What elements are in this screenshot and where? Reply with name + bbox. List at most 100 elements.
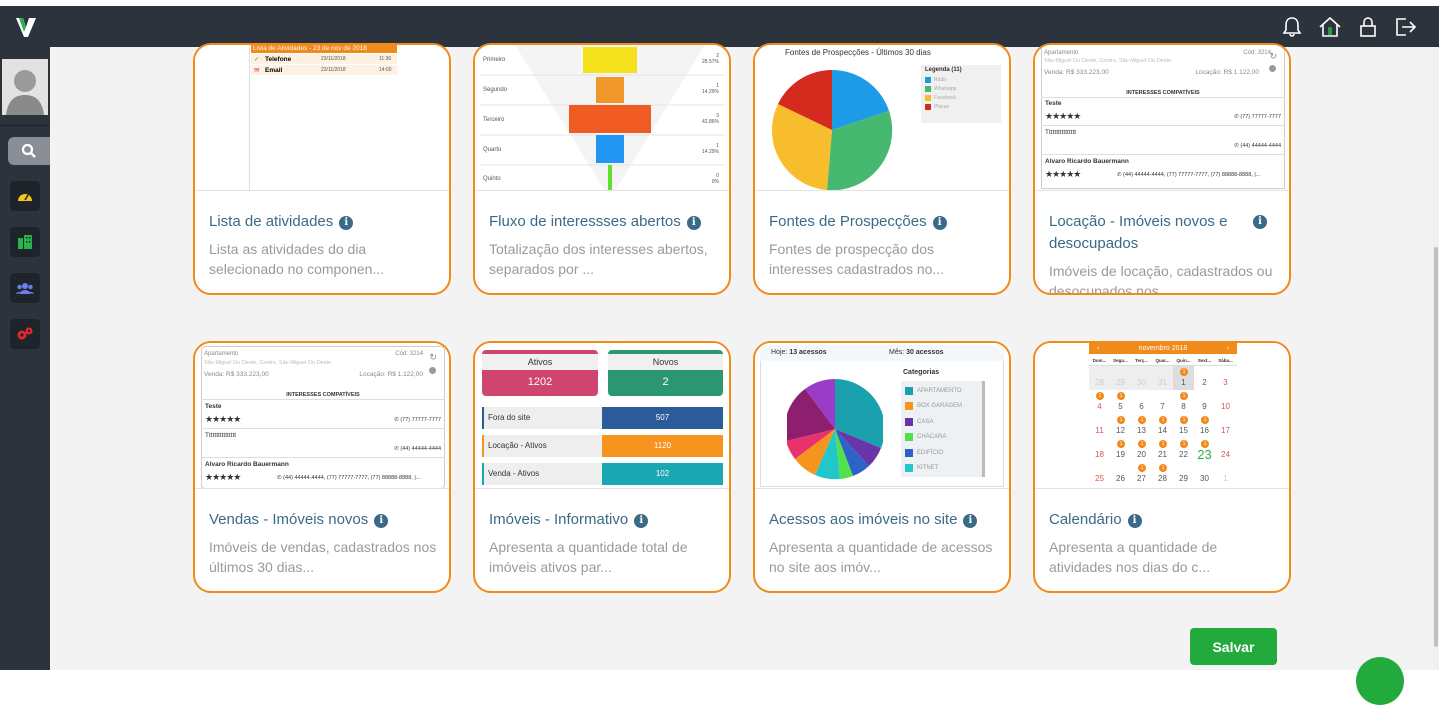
activity-count-badge: 1	[1117, 392, 1125, 400]
main-content: Lista de Atividades - 23 de nov de 2018 …	[50, 43, 1439, 705]
calendar-day[interactable]: 28 1	[1152, 462, 1173, 486]
access-pie	[787, 379, 883, 480]
calendar-day[interactable]: 51	[1110, 390, 1131, 414]
widget-card-activities[interactable]: Lista de Atividades - 23 de nov de 2018 …	[193, 43, 451, 295]
sources-preview: Fontes de Prospecções - Últimos 30 dias …	[755, 45, 1009, 191]
next-month-icon[interactable]: ›	[1227, 345, 1229, 352]
prev-month-icon[interactable]: ‹	[1097, 345, 1099, 352]
home-icon[interactable]	[1317, 14, 1343, 40]
activity-count-badge: 1	[1180, 368, 1188, 376]
calendar-day[interactable]: 24	[1215, 438, 1236, 462]
calendar-day[interactable]: 28	[1089, 366, 1110, 390]
calendar-day[interactable]: 31	[1152, 366, 1173, 390]
card-title[interactable]: Fluxo de interessses abertos i	[489, 211, 721, 233]
info-icon[interactable]: i	[963, 514, 978, 528]
calendar-day[interactable]: 9	[1194, 390, 1215, 414]
card-title[interactable]: Imóveis - Informativo i	[489, 509, 721, 531]
card-title[interactable]: Acessos aos imóveis no site i	[769, 509, 1001, 531]
widget-card-calendar[interactable]: ‹ novembro 2018 › Dom... Segu... Terç... Quar…	[1033, 341, 1291, 593]
calendar-day[interactable]: 29	[1173, 462, 1194, 486]
search-button[interactable]	[8, 137, 50, 165]
calendar-day[interactable]: 26	[1110, 462, 1131, 486]
calendar-day[interactable]: 81	[1173, 390, 1194, 414]
scrollbar[interactable]	[1433, 47, 1439, 670]
dashboard-icon[interactable]	[10, 181, 40, 211]
calendar-day[interactable]: 25	[1089, 462, 1110, 486]
calendar-day[interactable]: 27 1	[1131, 462, 1152, 486]
collapse-icon[interactable]	[1269, 65, 1276, 72]
calendar-day[interactable]: 16 1	[1194, 414, 1215, 438]
chat-button[interactable]	[1356, 657, 1404, 705]
calendar-day[interactable]: 11	[1173, 366, 1194, 390]
avatar[interactable]	[2, 59, 48, 115]
calendar-day[interactable]: 22 1	[1173, 438, 1194, 462]
settings-icon[interactable]	[10, 319, 40, 349]
card-description: Totalização dos interesses abertos, sepa…	[489, 241, 708, 277]
info-icon[interactable]: i	[932, 216, 947, 230]
sales-preview: Apartamento Cód: 3214 São Miguel Do Oest…	[195, 343, 449, 489]
card-title[interactable]: Calendário i	[1049, 509, 1281, 531]
widget-card-sources[interactable]: Fontes de Prospecções - Últimos 30 dias …	[753, 43, 1011, 295]
save-button[interactable]: Salvar	[1190, 628, 1277, 665]
calendar-day[interactable]: 30	[1131, 366, 1152, 390]
card-description: Apresenta a quantidade total de imóveis …	[489, 539, 688, 575]
calendar-day[interactable]: 12 1	[1110, 414, 1131, 438]
building-icon[interactable]	[10, 227, 40, 257]
card-description: Imóveis de locação, cadastrados ou desoc…	[1049, 263, 1273, 295]
info-icon[interactable]: i	[634, 514, 649, 528]
calendar-day[interactable]: 21 1	[1152, 438, 1173, 462]
calendar-day[interactable]: 30	[1194, 462, 1215, 486]
widget-card-properties-info[interactable]: Ativos 1202 Novos 2 Fora do site 507 Loc…	[473, 341, 731, 593]
activity-count-badge: 1	[1138, 416, 1146, 424]
bell-icon[interactable]	[1279, 14, 1305, 40]
calendar-day[interactable]: 3	[1215, 366, 1236, 390]
activity-count-badge: 1	[1117, 440, 1125, 448]
collapse-icon[interactable]	[429, 367, 436, 374]
info-icon[interactable]: i	[686, 216, 701, 230]
card-title[interactable]: Fontes de Prospecções i	[769, 211, 1001, 233]
card-title[interactable]: Vendas - Imóveis novos i	[209, 509, 441, 531]
refresh-icon[interactable]: ↻	[1269, 51, 1277, 62]
info-icon[interactable]: i	[1253, 215, 1267, 229]
calendar-day[interactable]: 15 1	[1173, 414, 1194, 438]
sources-pie	[771, 69, 893, 190]
widget-card-funnel[interactable]: Primeiro Segundo Terceiro Quarto Quinto …	[473, 43, 731, 295]
activity-count-badge: 1	[1159, 464, 1167, 472]
calendar-day[interactable]: 23 1	[1194, 438, 1215, 462]
logout-icon[interactable]	[1393, 14, 1419, 40]
calendar-day[interactable]: 17	[1215, 414, 1236, 438]
activity-count-badge: 1	[1201, 416, 1209, 424]
app-logo[interactable]	[14, 15, 38, 39]
calendar-day[interactable]: 2	[1194, 366, 1215, 390]
calendar-day[interactable]: 20 1	[1131, 438, 1152, 462]
activity-count-badge: 1	[1180, 440, 1188, 448]
calendar-day[interactable]: 13 1	[1131, 414, 1152, 438]
activities-preview: Lista de Atividades - 23 de nov de 2018 …	[195, 45, 449, 191]
card-title[interactable]: Lista de atividades i	[209, 211, 441, 233]
calendar-day[interactable]: 11	[1089, 414, 1110, 438]
activity-count-badge: 1	[1159, 440, 1167, 448]
calendar-day[interactable]: 18	[1089, 438, 1110, 462]
widget-card-site-access[interactable]: Hoje: 13 acessos Mês: 30 acessos Categor…	[753, 341, 1011, 593]
lock-icon[interactable]	[1355, 14, 1381, 40]
calendar-day[interactable]: 41	[1089, 390, 1110, 414]
info-icon[interactable]: i	[339, 216, 354, 230]
top-bar	[0, 6, 1439, 47]
calendar-day[interactable]: 14 1	[1152, 414, 1173, 438]
users-icon[interactable]	[10, 273, 40, 303]
widget-card-rental[interactable]: Apartamento Cód: 3214 São Miguel Do Oest…	[1033, 43, 1291, 295]
info-icon[interactable]: i	[1127, 514, 1142, 528]
calendar-day[interactable]: 7	[1152, 390, 1173, 414]
calendar-day[interactable]: 10	[1215, 390, 1236, 414]
activity-count-badge: 1	[1117, 416, 1125, 424]
properties-info-preview: Ativos 1202 Novos 2 Fora do site 507 Loc…	[475, 343, 729, 489]
calendar-day[interactable]: 29	[1110, 366, 1131, 390]
widget-card-sales[interactable]: Apartamento Cód: 3214 São Miguel Do Oest…	[193, 341, 451, 593]
refresh-icon[interactable]: ↻	[429, 352, 437, 363]
calendar-day[interactable]: 1	[1215, 462, 1236, 486]
calendar-day[interactable]: 6	[1131, 390, 1152, 414]
calendar-day[interactable]: 19 1	[1110, 438, 1131, 462]
card-title[interactable]: Locação - Imóveis novos e desocupados i	[1049, 211, 1281, 255]
email-icon: ✉	[254, 67, 260, 74]
info-icon[interactable]: i	[374, 514, 389, 528]
